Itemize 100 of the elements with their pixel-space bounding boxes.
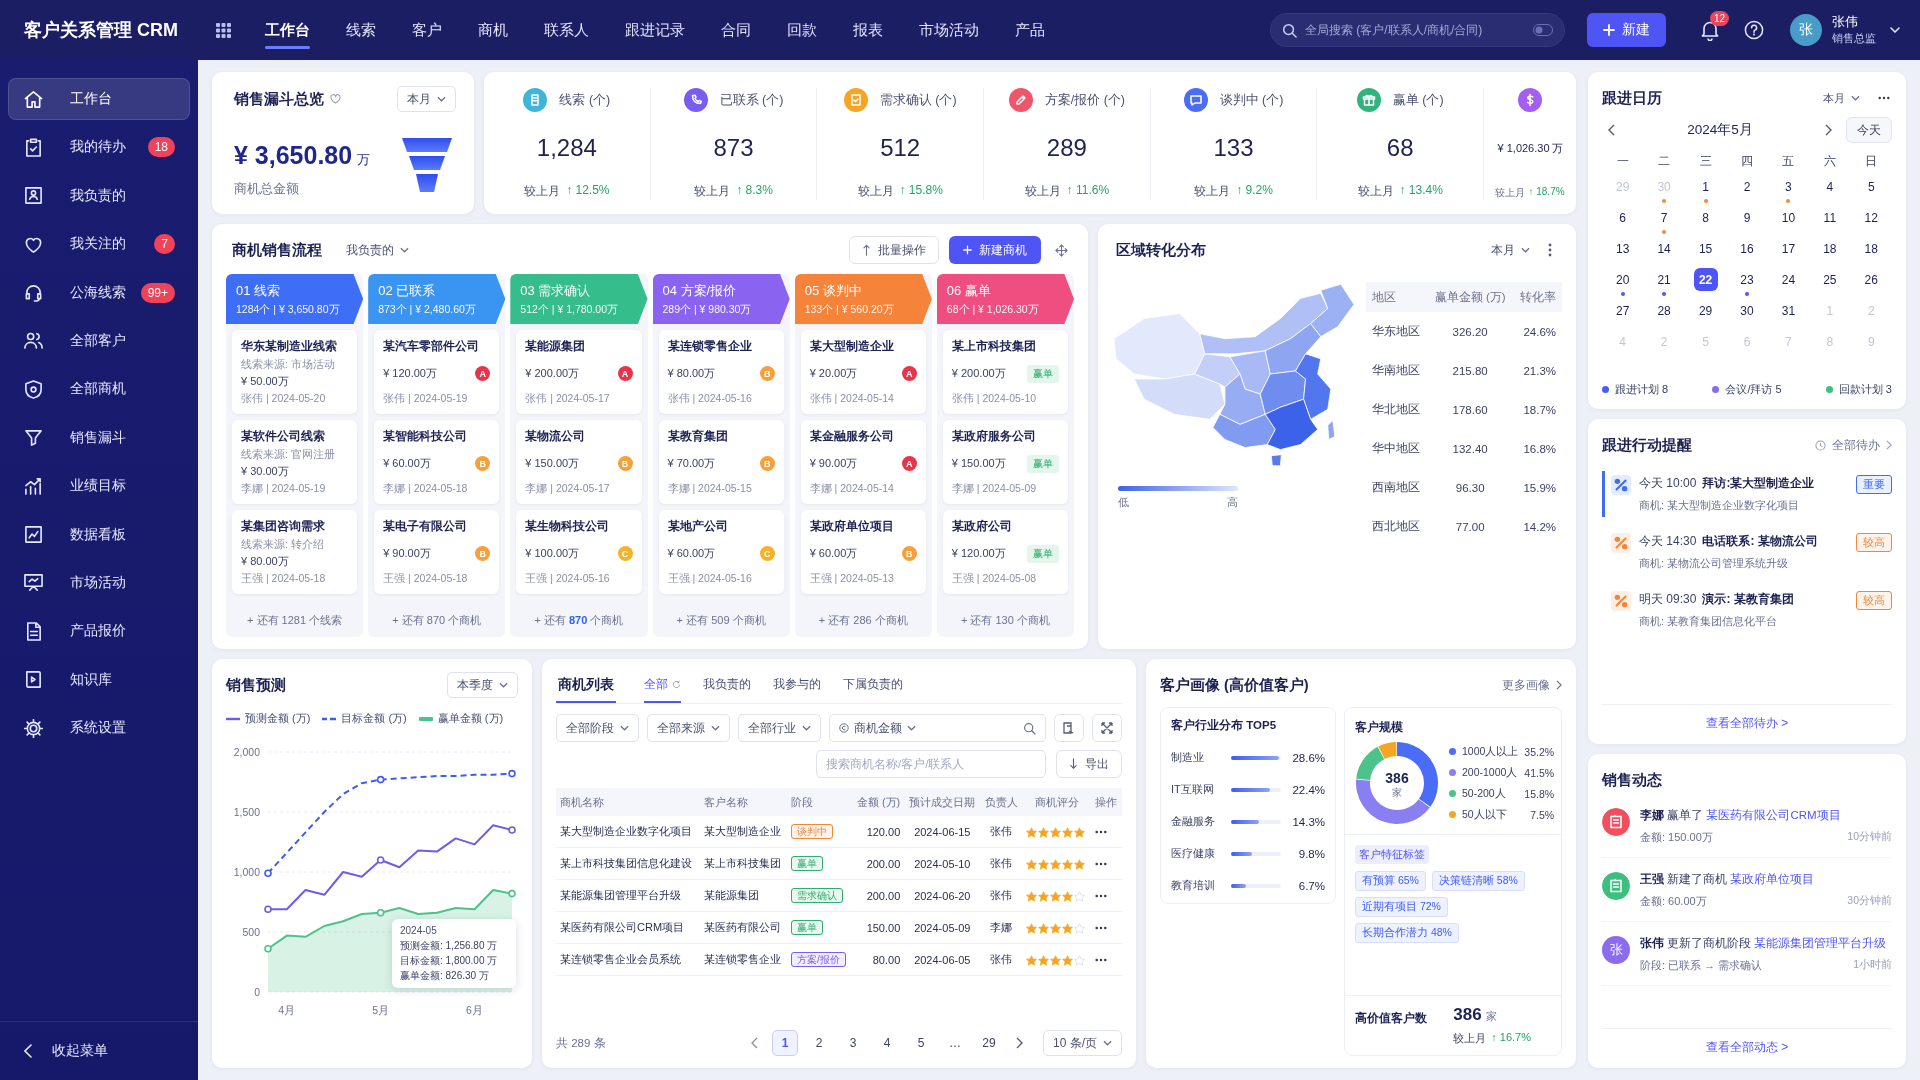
deal-card[interactable]: 某地产公司 ¥ 60.00万 C 王强 | 2024-05-16 [658,510,784,594]
chevron-left-icon[interactable] [751,1037,758,1049]
move-icon[interactable] [1055,243,1068,257]
deal-card[interactable]: 某政府公司 ¥ 120.00万 赢单 王强 | 2024-05-08 [942,510,1068,594]
nav-tab[interactable]: 工作台 [247,0,328,60]
more-link[interactable]: + 还有 870 个商机 [510,604,648,637]
calendar-day[interactable]: 18 [1817,237,1842,260]
deal-card[interactable]: 某连锁零售企业 ¥ 80.00万 B 张伟 | 2024-05-16 [658,330,784,414]
sidebar-item[interactable]: 数据看板 [8,513,190,556]
list-tab[interactable]: 我参与的 [773,677,821,703]
calendar-day[interactable]: 18 [1859,237,1884,260]
deal-card[interactable]: 某政府单位项目 ¥ 60.00万 B 王强 | 2024-05-13 [800,510,926,594]
calendar-day[interactable]: 7 [1652,206,1677,229]
calendar-day[interactable]: 22 [1693,268,1718,291]
caret-icon[interactable] [1890,27,1900,33]
reminder-item[interactable]: 明天 09:30 演示: 某教育集团 商机: 某教育集团信息化平台 较高 [1602,587,1892,633]
more-link[interactable]: + 还有 130 个商机 [936,604,1074,637]
calendar-day[interactable]: 5 [1859,175,1884,198]
sidebar-item[interactable]: 销售漏斗 [8,416,190,459]
calendar-day[interactable]: 28 [1652,299,1677,322]
calendar-day[interactable]: 27 [1610,299,1635,322]
page-button[interactable]: 5 [908,1030,934,1056]
today-button[interactable]: 今天 [1846,117,1892,143]
page-size-dropdown[interactable]: 10 条/页 [1043,1030,1122,1056]
calendar-day[interactable]: 25 [1817,268,1842,291]
calendar-day[interactable]: 21 [1652,268,1677,291]
sidebar-item[interactable]: 市场活动 [8,561,190,604]
nav-tab[interactable]: 线索 [328,0,394,60]
more-icon[interactable] [1095,829,1108,834]
sidebar-item[interactable]: 我负责的 [8,174,190,217]
nav-tab[interactable]: 市场活动 [901,0,997,60]
amount-filter-field[interactable]: 商机金额 [829,714,1046,742]
nav-tab[interactable]: 报表 [835,0,901,60]
calendar-day[interactable]: 9 [1735,206,1759,229]
chevron-right-icon[interactable] [1825,124,1832,136]
new-opportunity-button[interactable]: 新建商机 [949,236,1041,264]
deal-card[interactable]: 某能源集团 ¥ 200.00万 A 张伟 | 2024-05-17 [516,330,642,414]
more-icon[interactable] [1548,243,1552,257]
deal-card[interactable]: 某物流公司 ¥ 150.00万 B 李娜 | 2024-05-17 [516,420,642,504]
more-icon[interactable] [1095,893,1108,898]
calendar-day[interactable]: 24 [1776,268,1801,291]
sidebar-item[interactable]: 知识库 [8,658,190,701]
more-link[interactable]: + 还有 286 个商机 [794,604,932,637]
more-link[interactable]: + 还有 1281 个线索 [226,604,364,637]
more-icon[interactable] [1878,96,1890,100]
new-button[interactable]: 新建 [1587,13,1666,47]
calendar-day[interactable]: 30 [1735,299,1759,322]
deal-card[interactable]: 某软件公司线索 线索来源: 官网注册 ¥ 30.00万 李娜 | 2024-05-19 [232,420,358,504]
opportunity-link[interactable]: 某政府单位项目 [1730,873,1815,885]
deal-card[interactable]: 华东某制造业线索 线索来源: 市场活动 ¥ 50.00万 张伟 | 2024-05-20 [232,330,358,414]
period-dropdown[interactable]: 本季度 [447,672,518,698]
view-all-todos-link[interactable]: 查看全部待办 > [1705,715,1789,732]
calendar-day[interactable]: 13 [1610,237,1635,260]
nav-tab[interactable]: 跟进记录 [607,0,703,60]
sidebar-item[interactable]: 公海线索 99+ [8,271,190,314]
calendar-day[interactable]: 11 [1817,206,1842,229]
apps-grid-icon[interactable] [216,22,231,38]
calendar-day[interactable]: 20 [1610,268,1635,291]
list-tab[interactable]: 全部 [644,677,681,703]
list-tab[interactable]: 我负责的 [703,677,751,703]
nav-tab[interactable]: 商机 [460,0,526,60]
calendar-day[interactable]: 31 [1776,299,1801,322]
sidebar-item[interactable]: 产品报价 [8,610,190,653]
deal-card[interactable]: 某生物科技公司 ¥ 100.00万 C 王强 | 2024-05-16 [516,510,642,594]
calendar-day[interactable]: 15 [1693,237,1718,260]
period-dropdown[interactable]: 本月 [1491,241,1530,259]
deal-card[interactable]: 某政府服务公司 ¥ 150.00万 赢单 李娜 | 2024-05-09 [942,420,1068,504]
more-icon[interactable] [1095,861,1108,866]
deal-card[interactable]: 某集团咨询需求 线索来源: 转介绍 ¥ 80.00万 王强 | 2024-05-18 [232,510,358,594]
sidebar-item[interactable]: 我关注的 7 [8,223,190,266]
batch-action-button[interactable]: 批量操作 [849,236,939,264]
sidebar-item[interactable]: 全部商机 [8,368,190,411]
more-icon[interactable] [1095,957,1108,962]
stage-header[interactable]: 04 方案/报价 289个 | ¥ 980.30万 [652,274,790,324]
page-button[interactable]: 2 [806,1030,832,1056]
nav-tab[interactable]: 客户 [394,0,460,60]
nav-tab[interactable]: 产品 [997,0,1063,60]
calendar-day[interactable]: 6 [1610,206,1635,229]
calendar-day[interactable]: 16 [1735,237,1759,260]
filter-dropdown[interactable]: 全部阶段 [556,714,639,742]
period-dropdown[interactable]: 本月 [397,86,456,112]
period-dropdown[interactable]: 本月 [1823,90,1860,106]
deal-card[interactable]: 某电子有限公司 ¥ 90.00万 B 王强 | 2024-05-18 [374,510,500,594]
more-link[interactable]: + 还有 509 个商机 [652,604,790,637]
sidebar-item[interactable]: 我的待办 18 [8,126,190,169]
deal-card[interactable]: 某智能科技公司 ¥ 60.00万 B 李娜 | 2024-05-18 [374,420,500,504]
expand-icon[interactable] [1092,714,1122,742]
app-logo[interactable]: 客户关系管理 CRM [0,18,198,42]
calendar-day[interactable]: 8 [1693,206,1718,229]
chevron-right-icon[interactable] [1016,1037,1023,1049]
nav-tab[interactable]: 联系人 [526,0,607,60]
view-all-activity-link[interactable]: 查看全部动态 > [1705,1039,1789,1056]
owner-filter-dropdown[interactable]: 我负责的 [346,241,409,259]
deal-card[interactable]: 某教育集团 ¥ 70.00万 B 李娜 | 2024-05-15 [658,420,784,504]
export-button[interactable]: 导出 [1056,750,1122,778]
sidebar-item[interactable]: 系统设置 [8,707,190,750]
collapse-menu-button[interactable]: 收起菜单 [0,1021,198,1080]
search-field[interactable]: 搜索商机名称/客户/联系人 [816,750,1046,778]
calendar-day[interactable]: 23 [1735,268,1759,291]
page-button[interactable]: 4 [874,1030,900,1056]
